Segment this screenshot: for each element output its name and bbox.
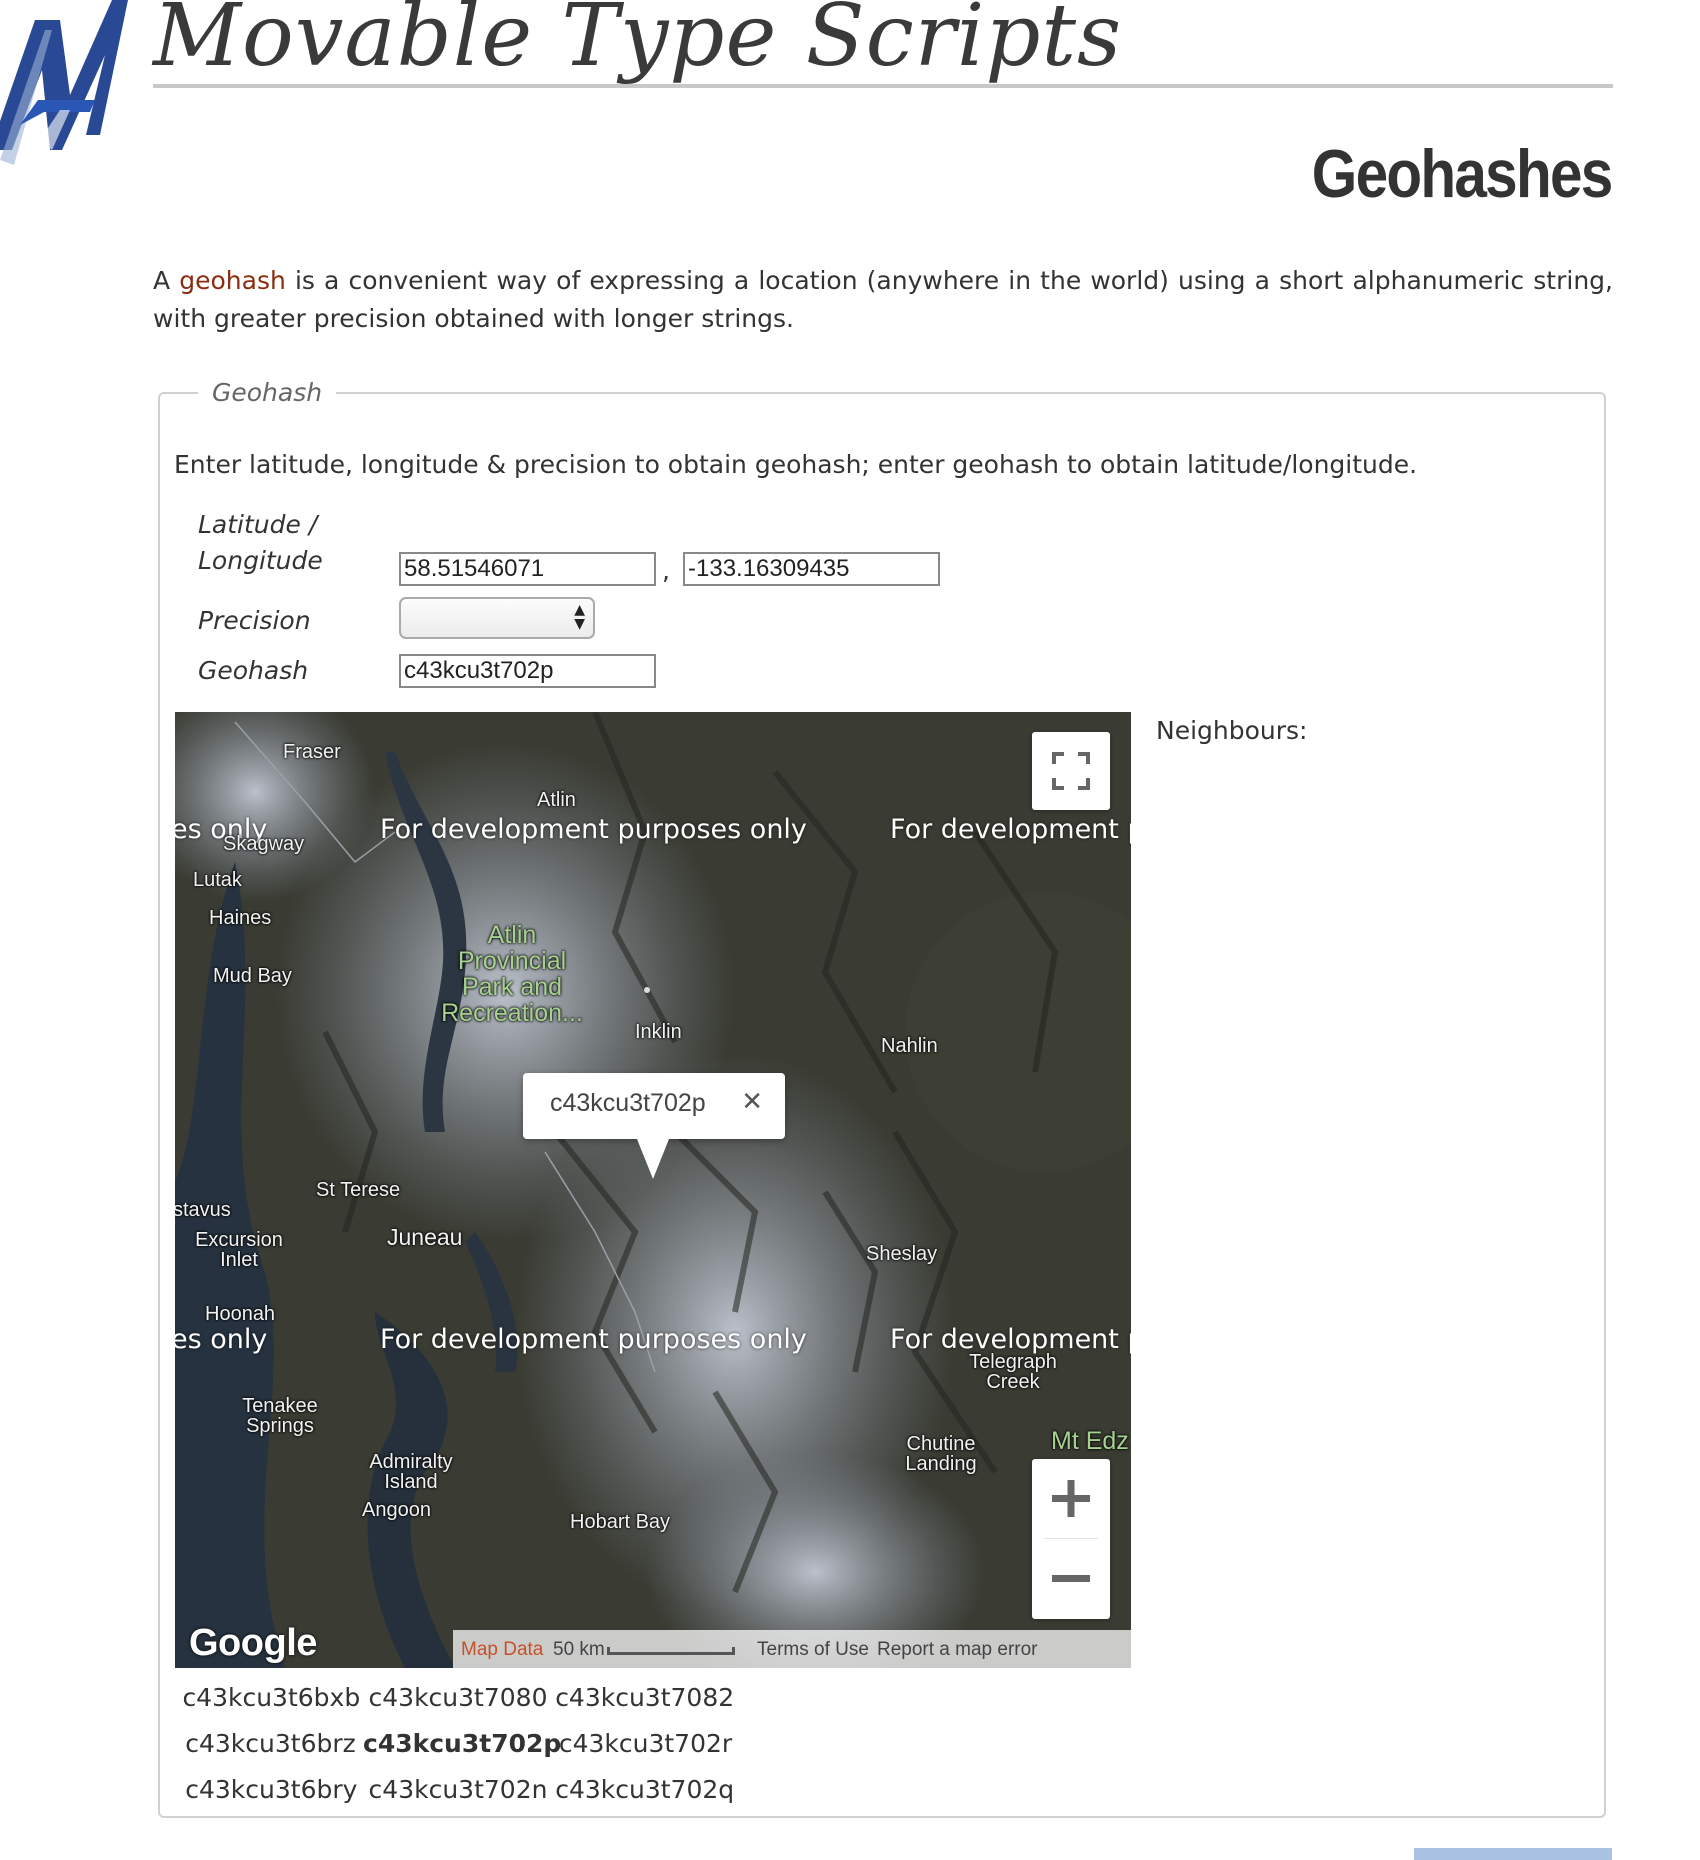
- map-label: Excursion: [195, 1229, 283, 1251]
- close-icon[interactable]: ✕: [741, 1087, 763, 1117]
- precision-label: Precision: [198, 606, 311, 635]
- select-arrows-icon: ▲ ▼: [574, 602, 585, 632]
- google-logo[interactable]: Google: [189, 1622, 317, 1665]
- intro-prefix: A: [153, 266, 171, 295]
- map-label: Skagway: [223, 833, 305, 855]
- map-label: Atlin: [537, 789, 576, 811]
- plus-icon: [1052, 1480, 1090, 1517]
- current-geohash: c43kcu3t702p: [363, 1728, 562, 1758]
- report-error-link[interactable]: Report a map error: [877, 1639, 1038, 1661]
- fieldset-legend: Geohash: [212, 378, 323, 407]
- neighbour-geohash[interactable]: c43kcu3t702n: [365, 1775, 552, 1804]
- neighbours-grid: c43kcu3t6bxb c43kcu3t7080 c43kcu3t7082 c…: [178, 1674, 738, 1812]
- map-label: Springs: [246, 1415, 314, 1437]
- map-label: Park and: [461, 973, 563, 1001]
- map-data-link[interactable]: Map Data: [461, 1639, 543, 1661]
- map-label: Mt Edz: [1051, 1427, 1129, 1455]
- map-label: Tenakee: [242, 1395, 318, 1417]
- latlon-label-line1: Latitude /: [198, 510, 318, 539]
- fullscreen-icon: [1052, 752, 1090, 790]
- neighbours-row: c43kcu3t6brz c43kcu3t702p c43kcu3t702r: [178, 1720, 738, 1766]
- zoom-out-button[interactable]: [1032, 1539, 1110, 1619]
- neighbours-label: Neighbours:: [1156, 716, 1308, 745]
- neighbour-geohash[interactable]: c43kcu3t702r: [553, 1729, 738, 1758]
- map-label: Landing: [905, 1453, 977, 1475]
- dev-watermark: For development purposes only: [380, 814, 807, 845]
- intro-paragraph: A geohash is a convenient way of express…: [153, 262, 1613, 338]
- geohash-label: Geohash: [198, 656, 309, 685]
- neighbour-geohash[interactable]: c43kcu3t6bxb: [178, 1683, 365, 1712]
- map-label: Hoonah: [205, 1303, 276, 1325]
- neighbour-geohash[interactable]: c43kcu3t702q: [551, 1775, 738, 1804]
- dev-watermark: es only: [175, 1324, 268, 1355]
- map-label: Inklin: [635, 1021, 682, 1043]
- map-label: Telegraph: [969, 1351, 1057, 1373]
- scale-bar: [607, 1647, 735, 1655]
- neighbour-geohash[interactable]: c43kcu3t7080: [365, 1683, 552, 1712]
- map-label: St Terese: [316, 1179, 401, 1201]
- map-label: stavus: [175, 1199, 231, 1221]
- map-label: Nahlin: [881, 1035, 938, 1057]
- zoom-control: [1032, 1459, 1110, 1619]
- map-label: Island: [384, 1471, 438, 1493]
- map-label: Provincial: [457, 947, 567, 975]
- form-instructions: Enter latitude, longitude & precision to…: [174, 450, 1418, 479]
- terms-link[interactable]: Terms of Use: [757, 1639, 869, 1661]
- map-label: Fraser: [283, 741, 341, 763]
- geohash-wiki-link[interactable]: geohash: [179, 266, 286, 295]
- page-title: Geohashes: [1312, 136, 1614, 212]
- map-label: Haines: [209, 907, 272, 929]
- neighbours-row: c43kcu3t6bxb c43kcu3t7080 c43kcu3t7082: [178, 1674, 738, 1720]
- map-label: Mud Bay: [213, 965, 292, 987]
- title-divider: [153, 84, 1613, 88]
- precision-select[interactable]: ▲ ▼: [399, 597, 595, 639]
- dev-watermark: For development pu: [890, 814, 1131, 845]
- map-label: Recreation...: [441, 999, 583, 1027]
- map-label: Lutak: [193, 869, 242, 891]
- map-label: Juneau: [387, 1224, 463, 1250]
- site-title[interactable]: Movable Type Scripts: [153, 0, 1122, 86]
- latlon-separator: ,: [662, 556, 670, 585]
- neighbour-geohash[interactable]: c43kcu3t6brz: [178, 1729, 363, 1758]
- map-label: Hobart Bay: [570, 1511, 671, 1533]
- scale-label: 50 km: [553, 1639, 605, 1660]
- map-label: Angoon: [362, 1499, 431, 1521]
- intro-suffix: is a convenient way of expressing a loca…: [153, 266, 1613, 333]
- fullscreen-button[interactable]: [1032, 732, 1110, 810]
- latitude-input[interactable]: 58.51546071: [399, 552, 656, 586]
- map-label: Creek: [986, 1371, 1040, 1393]
- dev-watermark: For development purposes only: [380, 1324, 807, 1355]
- geohash-input[interactable]: c43kcu3t702p: [399, 654, 656, 688]
- map-label: Admiralty: [369, 1451, 453, 1473]
- map-label: Chutine: [906, 1433, 976, 1455]
- geohash-marker-popup[interactable]: c43kcu3t702p ✕: [523, 1073, 785, 1179]
- map-attribution-bar: Map Data 50 km Terms of Use Report a map…: [453, 1630, 1131, 1668]
- map-view[interactable]: es only For development purposes only Fo…: [175, 712, 1131, 1668]
- map-label: Sheslay: [866, 1243, 938, 1265]
- popup-pointer: [637, 1139, 669, 1179]
- latlon-label-line2: Longitude: [198, 546, 323, 575]
- neighbour-geohash[interactable]: c43kcu3t7082: [551, 1683, 738, 1712]
- longitude-input[interactable]: -133.16309435: [683, 552, 940, 586]
- neighbours-row: c43kcu3t6bry c43kcu3t702n c43kcu3t702q: [178, 1766, 738, 1812]
- zoom-in-button[interactable]: [1032, 1459, 1110, 1538]
- site-logo[interactable]: [0, 0, 150, 195]
- map-label: Inlet: [220, 1249, 258, 1271]
- popup-geohash-text: c43kcu3t702p: [550, 1089, 706, 1117]
- map-label: Atlin: [487, 921, 537, 949]
- minus-icon: [1052, 1575, 1090, 1582]
- footer-image: [1414, 1848, 1612, 1860]
- neighbour-geohash[interactable]: c43kcu3t6bry: [178, 1775, 365, 1804]
